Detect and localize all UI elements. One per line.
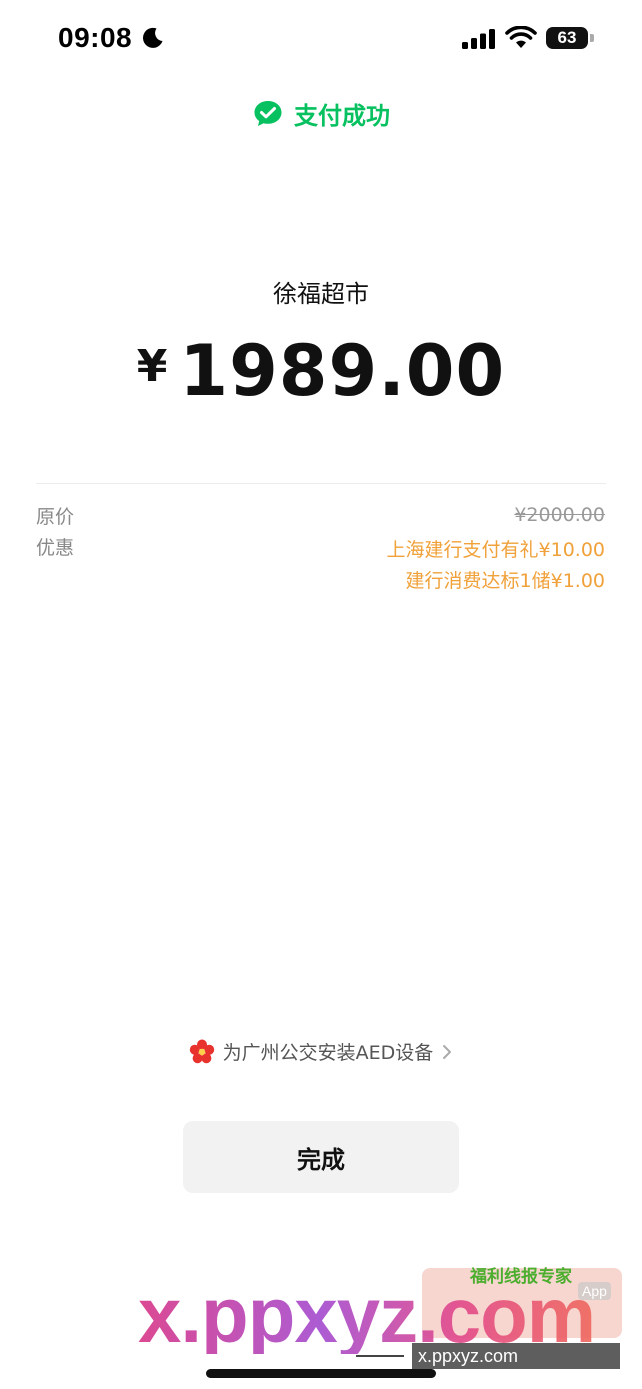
battery-level: 63	[557, 28, 577, 47]
watermark-line	[356, 1355, 404, 1357]
battery-tip	[590, 34, 594, 42]
battery-icon: 63	[546, 27, 588, 49]
done-button[interactable]: 完成	[183, 1121, 459, 1193]
moon-icon	[143, 27, 163, 48]
success-title: 支付成功	[294, 102, 390, 130]
promo-link[interactable]: 为广州公交安装AED设备	[0, 1038, 642, 1065]
red-flower-icon	[189, 1039, 214, 1063]
home-indicator[interactable]	[206, 1369, 436, 1378]
success-header: 支付成功	[0, 96, 642, 131]
original-price-value: ¥2000.00	[514, 504, 605, 526]
promo-text: 为广州公交安装AED设备	[222, 1042, 434, 1064]
discount-item: 建行消费达标1储¥1.00	[405, 570, 605, 592]
divider	[36, 483, 606, 484]
currency-symbol: ¥	[136, 341, 168, 392]
status-time: 09:08	[58, 22, 133, 53]
merchant-name: 徐福超市	[273, 280, 369, 308]
chevron-right-icon	[443, 1044, 452, 1059]
discount-label: 优惠	[36, 537, 75, 559]
amount-value: 1989.00	[179, 330, 506, 412]
status-bar: 09:08 63	[0, 0, 642, 80]
watermark-url: x.ppxyz.com	[412, 1343, 620, 1369]
payment-amount: ¥ 1989.00	[0, 330, 642, 412]
original-price-label: 原价	[36, 506, 75, 528]
signal-icon	[462, 29, 495, 49]
wechat-pay-check-icon	[254, 100, 282, 126]
wifi-icon	[505, 26, 537, 48]
discount-item: 上海建行支付有礼¥10.00	[386, 539, 605, 561]
